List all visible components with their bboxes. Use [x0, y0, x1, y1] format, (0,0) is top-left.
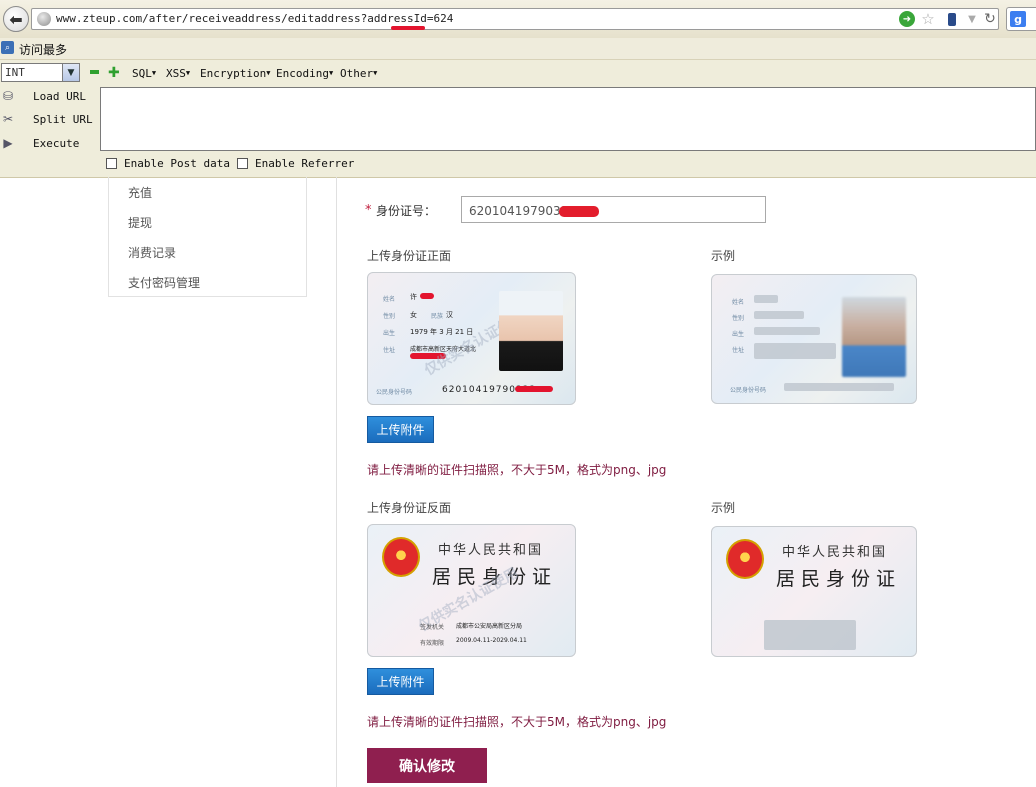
redaction-mark: [559, 206, 599, 217]
hackbar-type-select[interactable]: INT ▼: [1, 63, 80, 82]
checkbox-box[interactable]: [237, 158, 248, 169]
phone-icon[interactable]: [944, 11, 960, 27]
confirm-modify-button[interactable]: 确认修改: [367, 748, 487, 783]
chevron-down-icon[interactable]: ▼: [964, 11, 980, 27]
blurred-field: [754, 311, 804, 319]
id-card-front-example: 姓名 性别 出生 住址 公民身份号码: [711, 274, 917, 404]
caret-down-icon: ▼: [373, 69, 378, 77]
blurred-field: [754, 327, 820, 335]
plus-icon[interactable]: ✚: [108, 65, 120, 81]
id-number-input[interactable]: 62010419790322: [461, 196, 766, 223]
browser-navbar: ⬅ www.zteup.com/after/receiveaddress/edi…: [0, 0, 1036, 39]
bookmarks-toolbar: ⌕ 访问最多: [0, 38, 1036, 60]
globe-icon: [37, 12, 51, 26]
url-text[interactable]: www.zteup.com/after/receiveaddress/edita…: [56, 12, 453, 25]
caret-down-icon: ▼: [185, 69, 191, 77]
hackbar-menu-encryption[interactable]: Encryption▼: [200, 67, 270, 80]
id-card-back-image: 中华人民共和国 居民身份证 仅供实名认证使用 签发机关 成都市公安局高新区分局 …: [367, 524, 576, 657]
minus-icon[interactable]: [90, 70, 99, 74]
id-card-back-example: 中华人民共和国 居民身份证: [711, 526, 917, 657]
play-icon: ▶: [3, 136, 13, 150]
search-engine-box[interactable]: g: [1006, 7, 1036, 31]
sidebar-item-withdraw[interactable]: 提现: [128, 214, 152, 231]
bookmark-most-visited[interactable]: 访问最多: [19, 41, 67, 58]
redaction-mark: [515, 386, 553, 392]
hackbar-menu-other[interactable]: Other▼: [340, 67, 377, 80]
redaction-mark: [420, 293, 434, 299]
account-sidebar: 充值 提现 消费记录 支付密码管理: [108, 177, 307, 297]
google-icon[interactable]: g: [1010, 11, 1026, 27]
hackbar-type-value: INT: [5, 66, 25, 79]
id-card-front-image: 姓名 许 性别 女 民族 汉 出生 1979 年 3 月 21 日 住址 成都市…: [367, 272, 576, 405]
blurred-field: [784, 383, 894, 391]
load-url-button[interactable]: ⛁ Load URL: [0, 87, 96, 107]
blurred-field: [754, 295, 778, 303]
sidebar-item-consumption-records[interactable]: 消费记录: [128, 244, 176, 261]
upload-back-button[interactable]: 上传附件: [367, 668, 434, 695]
split-url-button[interactable]: ✂ Split URL: [0, 110, 96, 130]
hackbar-menu-xss[interactable]: XSS▼: [166, 67, 190, 80]
hackbar-url-textarea[interactable]: [100, 87, 1036, 151]
national-emblem-icon: [382, 537, 420, 577]
blurred-field: [764, 620, 856, 650]
back-upload-label: 上传身份证反面: [367, 501, 452, 515]
arrow-left-icon: ⬅: [9, 9, 23, 29]
blurred-field: [754, 343, 836, 359]
sidebar-item-payment-password[interactable]: 支付密码管理: [128, 274, 200, 291]
sidebar-item-recharge[interactable]: 充值: [128, 184, 152, 201]
load-url-icon: ⛁: [2, 89, 14, 103]
caret-down-icon: ▼: [151, 69, 157, 77]
go-icon[interactable]: ➜: [899, 11, 915, 27]
upload-front-hint: 请上传清晰的证件扫描照，不大于5M，格式为png、jpg: [367, 463, 667, 477]
content-divider: [336, 177, 337, 787]
caret-down-icon: ▼: [328, 69, 334, 77]
checkbox-box[interactable]: [106, 158, 117, 169]
back-example-label: 示例: [711, 501, 736, 515]
front-upload-label: 上传身份证正面: [367, 249, 452, 263]
front-example-label: 示例: [711, 249, 736, 263]
upload-front-button[interactable]: 上传附件: [367, 416, 434, 443]
execute-button[interactable]: ▶ Execute: [0, 134, 96, 154]
search-icon: ⌕: [1, 41, 14, 54]
id-number-label: 身份证号：: [376, 204, 437, 218]
upload-back-hint: 请上传清晰的证件扫描照，不大于5M，格式为png、jpg: [367, 715, 667, 729]
back-button[interactable]: ⬅: [3, 6, 29, 32]
reload-icon[interactable]: ↻: [982, 11, 998, 27]
hackbar-menu-encoding[interactable]: Encoding▼: [276, 67, 333, 80]
national-emblem-icon: [726, 539, 764, 579]
hackbar-panel: INT ▼ ✚ SQL▼ XSS▼ Encryption▼ Encoding▼ …: [0, 60, 1036, 178]
blurred-portrait-photo: [842, 297, 906, 377]
caret-down-icon: ▼: [266, 69, 271, 77]
url-bar[interactable]: www.zteup.com/after/receiveaddress/edita…: [31, 8, 999, 30]
portrait-photo: [499, 291, 563, 371]
hackbar-menu-sql[interactable]: SQL▼: [132, 67, 156, 80]
star-icon[interactable]: ☆: [920, 10, 936, 28]
url-highlight-mark: [391, 26, 425, 30]
chevron-down-icon[interactable]: ▼: [62, 64, 79, 81]
scissors-icon: ✂: [2, 112, 14, 126]
required-star: *: [365, 203, 372, 218]
